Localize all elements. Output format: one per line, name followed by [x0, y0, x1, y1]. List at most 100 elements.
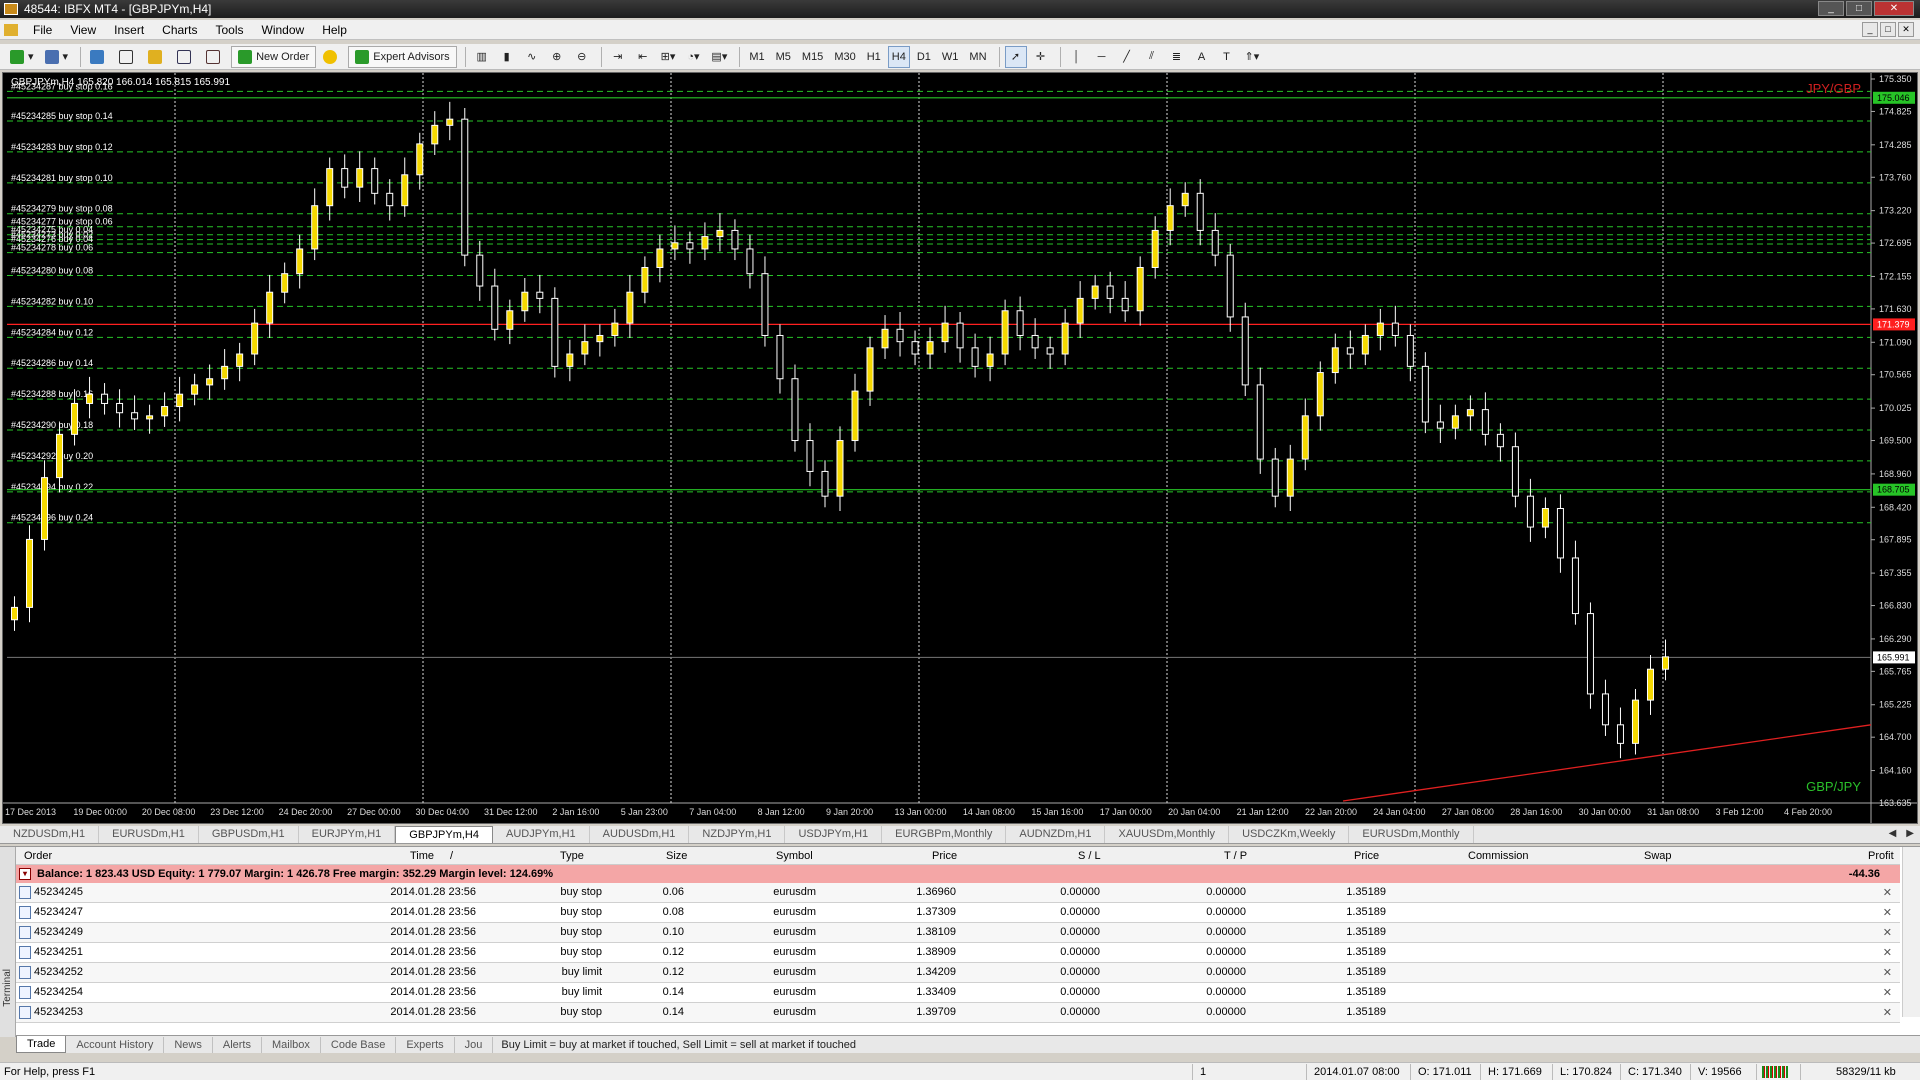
symbol-tab[interactable]: EURUSDm,Monthly [1349, 826, 1474, 843]
col-profit[interactable]: Profit [1864, 850, 1898, 862]
table-row[interactable]: 45234247 2014.01.28 23:56 buy stop 0.08 euru… [16, 903, 1900, 923]
terminal-tab[interactable]: Mailbox [262, 1036, 321, 1053]
symbol-tab[interactable]: EURJPYm,H1 [299, 826, 396, 843]
timeframe-w1[interactable]: W1 [938, 46, 963, 68]
table-row[interactable]: 45234254 2014.01.28 23:56 buy limit 0.14 eur… [16, 983, 1900, 1003]
delete-order-icon[interactable]: ✕ [1883, 906, 1892, 919]
profiles-icon[interactable]: ▾ [41, 46, 73, 68]
menu-window[interactable]: Window [253, 20, 314, 40]
col-order[interactable]: Order [20, 850, 56, 862]
timeframe-m15[interactable]: M15 [798, 46, 827, 68]
trendline-icon[interactable]: ╱ [1116, 46, 1138, 68]
chart-close-button[interactable]: ✕ [1898, 22, 1914, 37]
symbol-tab[interactable]: AUDJPYm,H1 [493, 826, 590, 843]
table-row[interactable]: 45234251 2014.01.28 23:56 buy stop 0.12 euru… [16, 943, 1900, 963]
auto-scroll-icon[interactable]: ⇥ [607, 46, 629, 68]
col-current-price[interactable]: Price [1350, 850, 1383, 862]
symbol-tab[interactable]: AUDNZDm,H1 [1006, 826, 1106, 843]
strategy-tester-icon[interactable] [202, 46, 228, 68]
text-label-icon[interactable]: T [1216, 46, 1238, 68]
col-time[interactable]: Time [406, 850, 438, 862]
terminal-tab[interactable]: Account History [66, 1036, 165, 1053]
timeframe-m5[interactable]: M5 [772, 46, 795, 68]
terminal-icon[interactable] [173, 46, 199, 68]
symbol-tab[interactable]: GBPJPYm,H4 [395, 826, 493, 843]
table-row[interactable]: 45234249 2014.01.28 23:56 buy stop 0.10 euru… [16, 923, 1900, 943]
menu-view[interactable]: View [61, 20, 105, 40]
tab-scroll-right-icon[interactable]: ▶ [1906, 828, 1914, 839]
col-price[interactable]: Price [928, 850, 961, 862]
symbol-tab[interactable]: NZDJPYm,H1 [689, 826, 786, 843]
cursor-icon[interactable]: ➚ [1004, 45, 1027, 68]
col-size[interactable]: Size [662, 850, 691, 862]
table-row[interactable]: 45234245 2014.01.28 23:56 buy stop 0.06 euru… [16, 883, 1900, 903]
col-commission[interactable]: Commission [1464, 850, 1533, 862]
metaeditor-icon[interactable] [319, 46, 345, 68]
terminal-tab[interactable]: Experts [396, 1036, 455, 1053]
symbol-tab[interactable]: EURUSDm,H1 [99, 826, 199, 843]
text-icon[interactable]: A [1191, 46, 1213, 68]
delete-order-icon[interactable]: ✕ [1883, 886, 1892, 899]
symbol-tab[interactable]: XAUUSDm,Monthly [1105, 826, 1230, 843]
timeframe-mn[interactable]: MN [965, 46, 990, 68]
chart-canvas[interactable]: 175.350 174.825 174.285 173.760 173.220 172.6… [3, 73, 1917, 823]
symbol-tab[interactable]: GBPUSDm,H1 [199, 826, 299, 843]
candlestick-icon[interactable]: ▮ [496, 46, 518, 68]
delete-order-icon[interactable]: ✕ [1883, 946, 1892, 959]
table-row[interactable]: 45234252 2014.01.28 23:56 buy limit 0.12 eur… [16, 963, 1900, 983]
table-row[interactable]: 45234253 2014.01.28 23:56 buy stop 0.14 euru… [16, 1003, 1900, 1023]
menu-charts[interactable]: Charts [153, 20, 206, 40]
new-chart-icon[interactable]: ▾ [6, 46, 38, 68]
vertical-line-icon[interactable]: │ [1066, 46, 1088, 68]
maximize-button[interactable]: □ [1846, 1, 1872, 16]
terminal-tab[interactable]: Trade [16, 1036, 67, 1053]
data-window-icon[interactable] [115, 46, 141, 68]
symbol-tab[interactable]: USDJPYm,H1 [785, 826, 883, 843]
symbol-tab[interactable]: AUDUSDm,H1 [590, 826, 690, 843]
horizontal-line-icon[interactable]: ─ [1091, 46, 1113, 68]
connection-status-icon[interactable] [1762, 1066, 1788, 1078]
fibonacci-icon[interactable]: ≣ [1166, 46, 1188, 68]
delete-order-icon[interactable]: ✕ [1883, 926, 1892, 939]
navigator-icon[interactable] [144, 46, 170, 68]
zoom-out-icon[interactable]: ⊖ [571, 46, 593, 68]
col-type[interactable]: Type [556, 850, 588, 862]
terminal-tab[interactable]: Code Base [321, 1036, 397, 1053]
channel-icon[interactable]: ⫽ [1141, 46, 1163, 68]
col-symbol[interactable]: Symbol [772, 850, 817, 862]
timeframe-h4[interactable]: H4 [887, 45, 910, 68]
close-button[interactable]: ✕ [1874, 1, 1914, 16]
market-watch-icon[interactable] [86, 46, 112, 68]
crosshair-icon[interactable]: ✛ [1030, 46, 1052, 68]
col-tp[interactable]: T / P [1220, 850, 1251, 862]
symbol-tab[interactable]: USDCZKm,Weekly [1229, 826, 1350, 843]
col-sl[interactable]: S / L [1074, 850, 1105, 862]
tab-scroll-left-icon[interactable]: ◀ [1889, 828, 1897, 839]
timeframe-h1[interactable]: H1 [863, 46, 885, 68]
periods-icon[interactable]: ◔▾ [682, 46, 704, 68]
delete-order-icon[interactable]: ✕ [1883, 1006, 1892, 1019]
menu-file[interactable]: File [24, 20, 61, 40]
chart-restore-button[interactable]: □ [1880, 22, 1896, 37]
chart-shift-icon[interactable]: ⇤ [632, 46, 654, 68]
delete-order-icon[interactable]: ✕ [1883, 986, 1892, 999]
delete-order-icon[interactable]: ✕ [1883, 966, 1892, 979]
menu-help[interactable]: Help [313, 20, 356, 40]
symbol-tab[interactable]: EURGBPm,Monthly [882, 826, 1007, 843]
col-sort[interactable]: / [446, 850, 457, 862]
balance-row[interactable]: ▾ Balance: 1 823.43 USD Equity: 1 779.07… [16, 865, 1900, 883]
price-chart[interactable]: 175.350 174.825 174.285 173.760 173.220 172.6… [2, 72, 1918, 824]
terminal-tab[interactable]: News [164, 1036, 213, 1053]
expert-advisors-button[interactable]: Expert Advisors [348, 45, 457, 68]
chart-minimize-button[interactable]: _ [1862, 22, 1878, 37]
timeframe-m1[interactable]: M1 [745, 46, 768, 68]
terminal-tab[interactable]: Alerts [213, 1036, 262, 1053]
symbol-tab[interactable]: NZDUSDm,H1 [0, 826, 100, 843]
terminal-scrollbar[interactable] [1902, 847, 1920, 1017]
templates-icon[interactable]: ▤▾ [707, 46, 731, 68]
bar-chart-icon[interactable]: ▥ [471, 46, 493, 68]
timeframe-m30[interactable]: M30 [830, 46, 859, 68]
arrows-icon[interactable]: ⇑▾ [1241, 46, 1264, 68]
indicators-icon[interactable]: ⊞▾ [657, 46, 680, 68]
chart-window-icon[interactable] [4, 23, 18, 36]
